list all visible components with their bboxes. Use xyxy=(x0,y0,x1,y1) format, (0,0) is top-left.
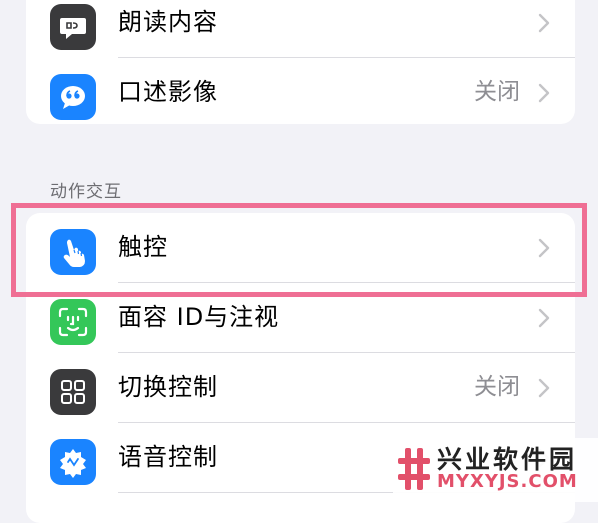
settings-row-value: 关闭 xyxy=(474,79,520,105)
watermark-logo-icon xyxy=(398,448,430,490)
voice-control-icon xyxy=(50,439,96,485)
section-header-interaction: 动作交互 xyxy=(50,182,122,202)
settings-row-value: 关闭 xyxy=(474,374,520,400)
watermark: 兴业软件园 MYXYJS.COM xyxy=(393,438,598,502)
settings-row-label: 语音控制 xyxy=(118,443,218,471)
accessibility-group-vision: 朗读内容 口述影像 关闭 xyxy=(26,0,575,124)
settings-row-label: 切换控制 xyxy=(118,373,218,401)
highlight-box xyxy=(11,203,587,297)
settings-row-switch-control[interactable]: 切换控制 关闭 xyxy=(26,353,575,421)
settings-row-label: 口述影像 xyxy=(118,78,218,106)
grid-icon xyxy=(50,369,96,415)
settings-row-speak-content[interactable]: 朗读内容 xyxy=(26,0,575,56)
chevron-right-icon xyxy=(538,13,550,33)
settings-row-label: 朗读内容 xyxy=(118,8,218,36)
chevron-right-icon xyxy=(538,378,550,398)
chevron-right-icon xyxy=(538,308,550,328)
settings-row-audio-descriptions[interactable]: 口述影像 关闭 xyxy=(26,58,575,124)
face-id-icon xyxy=(50,299,96,345)
quote-bubble-icon xyxy=(50,74,96,120)
speech-bubble-icon xyxy=(50,4,96,50)
chevron-right-icon xyxy=(538,83,550,103)
watermark-subtitle: MYXYJS.COM xyxy=(437,471,578,492)
